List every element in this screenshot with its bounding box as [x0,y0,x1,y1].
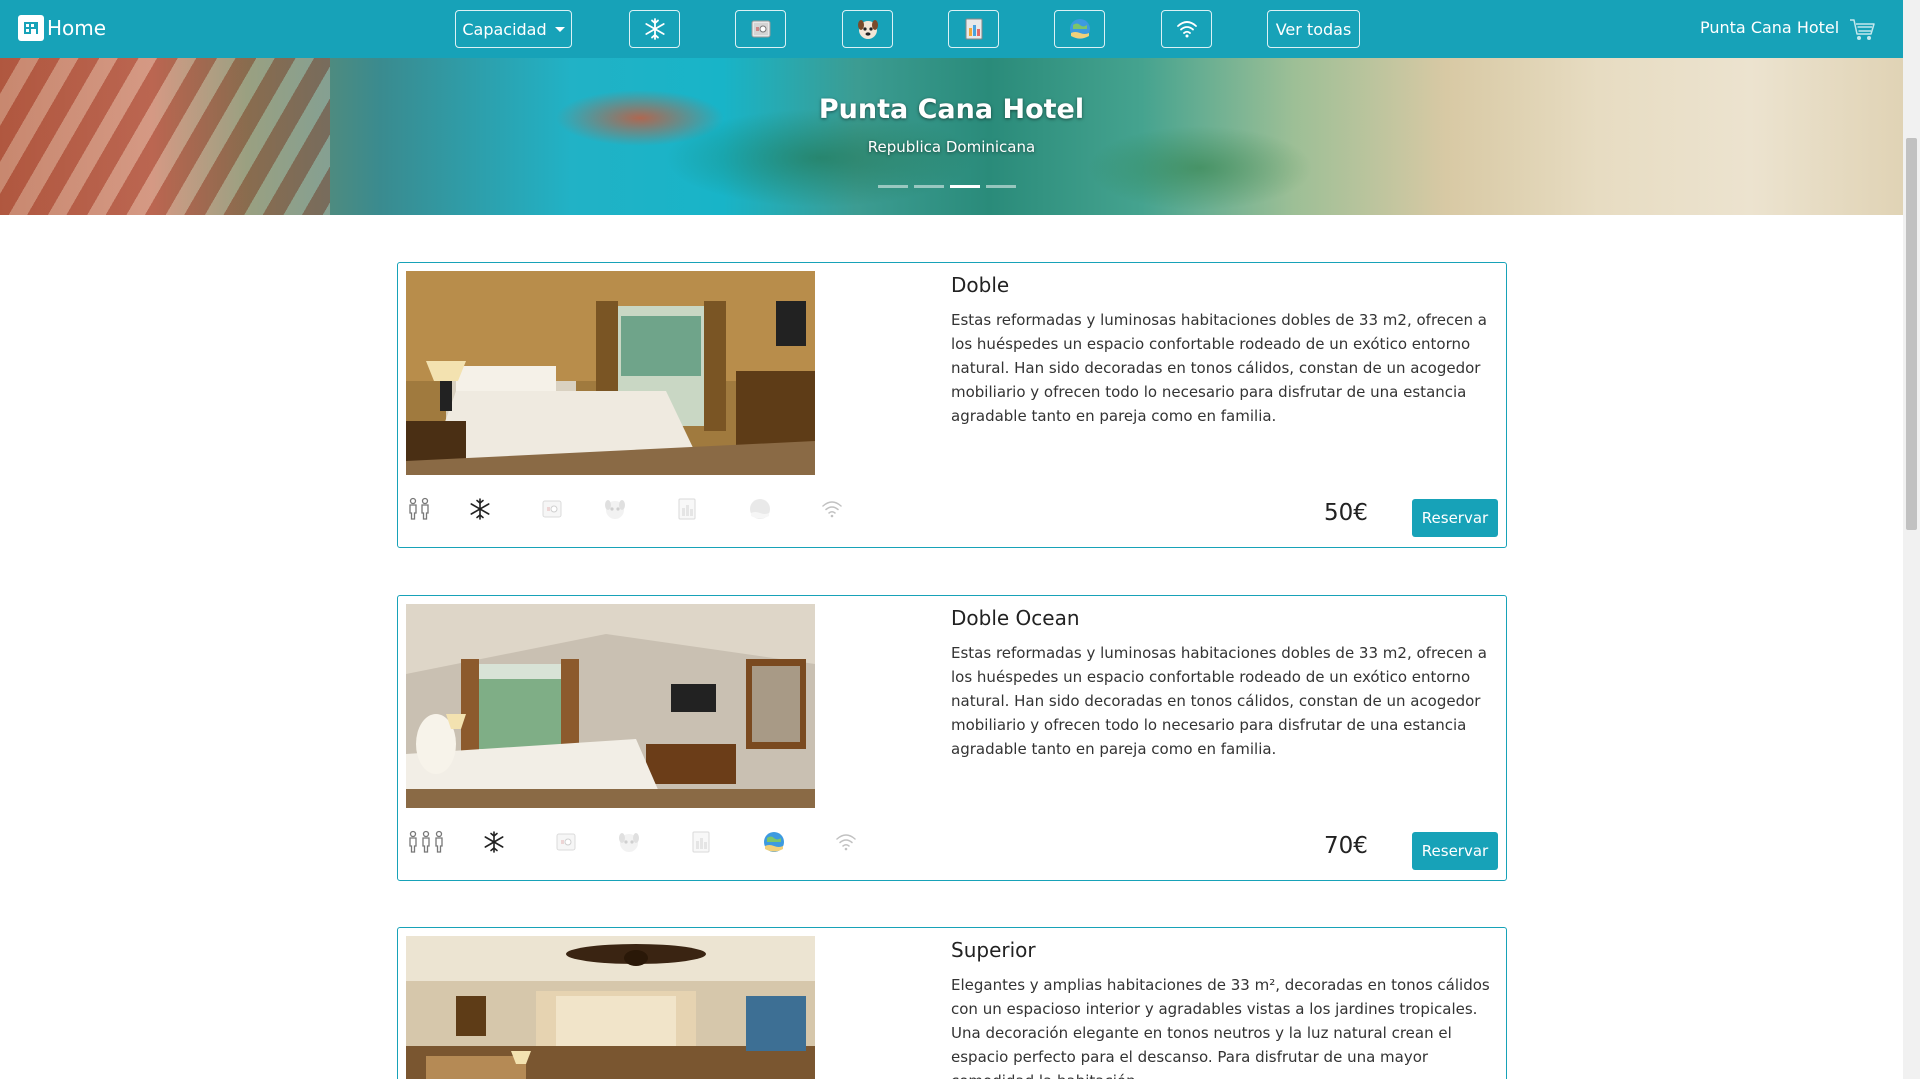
filter-ocean-view-button[interactable] [1054,10,1105,48]
capacity-dropdown[interactable]: Capacidad [455,10,572,48]
room-name: Doble Ocean [951,606,1080,630]
carousel-indicator[interactable] [878,185,908,188]
pet-icon [591,826,666,858]
room-card: Superior Elegantes y amplias habitacione… [397,927,1507,1079]
site-name: Punta Cana Hotel [1700,18,1840,37]
minibar-icon [965,18,982,40]
ocean-view-icon [1069,19,1090,39]
filter-wifi-button[interactable] [1161,10,1212,48]
reserve-button[interactable]: Reservar [1412,832,1498,870]
pet-icon [577,493,652,525]
scrollbar-thumb[interactable] [1906,138,1917,530]
carousel-indicators [878,185,1016,188]
safe-icon [541,826,591,858]
filter-safe-button[interactable] [735,10,786,48]
room-photo [406,271,815,475]
room-photo [406,604,815,808]
safe-icon [751,20,770,38]
room-description: Estas reformadas y luminosas habitacione… [951,311,1487,425]
ocean-view-icon [736,826,811,858]
two-persons-icon [406,493,432,525]
hero-carousel: Punta Cana Hotel Republica Dominicana [0,58,1903,215]
amenities-row [406,826,881,858]
room-description: Elegantes y amplias habitaciones de 33 m… [951,976,1490,1079]
home-link[interactable]: Home [18,15,106,41]
wifi-icon [1176,21,1197,38]
reserve-button[interactable]: Reservar [1412,499,1498,537]
cart-icon[interactable] [1848,17,1876,43]
safe-icon [527,493,577,525]
room-card: Doble Estas reformadas y luminosas habit… [397,262,1507,548]
filter-air-conditioning-button[interactable] [629,10,680,48]
home-label: Home [47,16,107,40]
page-scrollbar[interactable] [1903,0,1920,1079]
minibar-icon [666,826,736,858]
hero-title: Punta Cana Hotel [818,94,1085,125]
three-persons-icon [406,826,446,858]
carousel-indicator[interactable] [986,185,1016,188]
snowflake-icon [446,826,541,858]
filter-pets-button[interactable] [842,10,893,48]
room-price: 70€ [1324,833,1368,859]
see-all-label: Ver todas [1275,19,1352,39]
room-name: Superior [951,938,1036,962]
see-all-button[interactable]: Ver todas [1267,10,1360,48]
filter-minibar-button[interactable] [948,10,999,48]
room-card: Doble Ocean Estas reformadas y luminosas… [397,595,1507,881]
snowflake-icon [432,493,527,525]
room-name: Doble [951,273,1010,297]
wifi-icon [797,493,867,525]
hotel-logo-icon [18,15,44,41]
snowflake-icon [644,18,665,40]
pet-icon [857,20,878,39]
ocean-view-icon [722,493,797,525]
minibar-icon [652,493,722,525]
capacity-label: Capacidad [462,19,547,39]
top-navbar: Home Capacidad Ver todas Punta Cana Hote… [0,0,1903,58]
amenities-row [406,493,867,525]
carousel-indicator-active[interactable] [950,185,980,188]
room-description: Estas reformadas y luminosas habitacione… [951,644,1487,758]
room-photo [406,936,815,1079]
room-price: 50€ [1324,500,1368,526]
carousel-indicator[interactable] [914,185,944,188]
wifi-icon [811,826,881,858]
caret-down-icon [554,26,565,32]
hero-subtitle: Republica Dominicana [867,138,1036,156]
